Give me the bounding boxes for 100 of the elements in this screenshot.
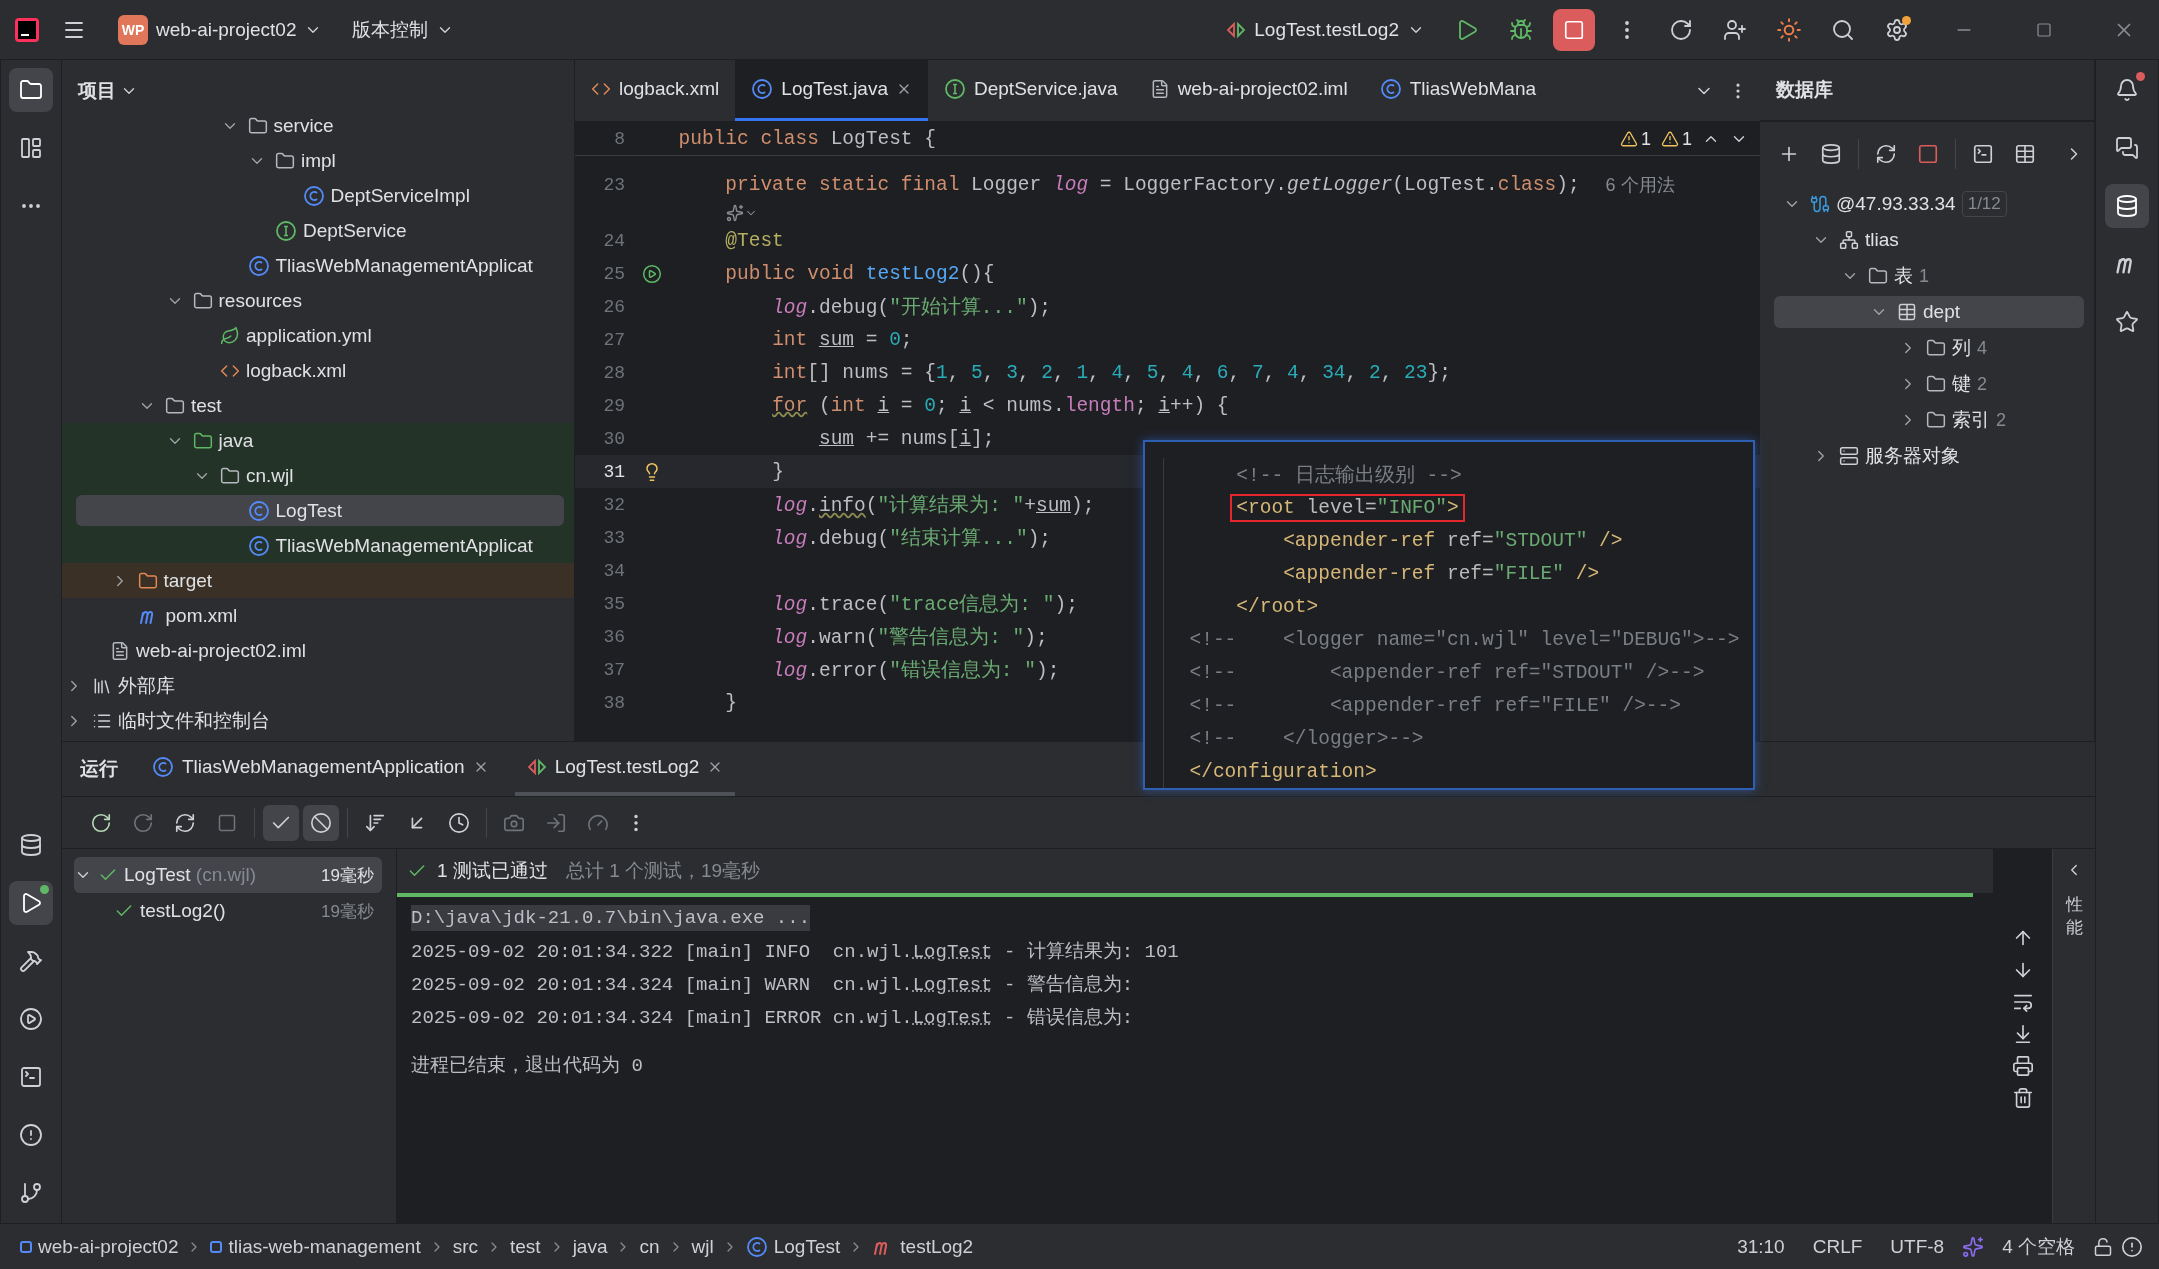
stop-button[interactable] (1553, 8, 1595, 51)
breadcrumb[interactable]: web-ai-project02 (20, 1235, 179, 1258)
database-icon[interactable] (1820, 143, 1842, 165)
tree-item[interactable]: 外部库 (118, 672, 175, 699)
git-branch-icon[interactable] (19, 1181, 43, 1205)
trash-icon[interactable] (2011, 1087, 2034, 1109)
tree-item[interactable]: 临时文件和控制台 (118, 707, 270, 734)
tree-item[interactable]: LogTest (275, 499, 343, 522)
breadcrumb[interactable]: test (510, 1235, 541, 1258)
hammer-icon[interactable] (19, 949, 43, 973)
disconnect-icon[interactable] (1917, 143, 1939, 165)
cursor-position[interactable]: 31:10 (1727, 1235, 1795, 1258)
tool-window-button[interactable] (2105, 184, 2149, 228)
tree-item[interactable]: impl (301, 149, 336, 172)
tree-item[interactable]: pom.xml (165, 604, 238, 627)
console-icon[interactable] (1972, 143, 1994, 165)
line-separator[interactable]: CRLF (1802, 1235, 1873, 1258)
breadcrumb[interactable]: java (572, 1235, 608, 1258)
tree-item[interactable]: DeptService (303, 219, 407, 242)
tree-item[interactable]: target (163, 569, 213, 592)
sparkle-icon[interactable] (725, 203, 744, 222)
rerun-icon[interactable] (90, 811, 112, 834)
vcs-menu[interactable]: 版本控制 (342, 9, 465, 50)
problems-icon[interactable] (19, 1123, 43, 1147)
breadcrumb[interactable]: src (452, 1235, 478, 1258)
alert-icon[interactable] (2121, 1235, 2143, 1258)
file-encoding[interactable]: UTF-8 (1880, 1235, 1955, 1258)
run-tab[interactable]: TliasWebManagementApplication (140, 742, 501, 796)
breadcrumb[interactable]: cn (639, 1235, 660, 1258)
structure-icon[interactable] (19, 136, 43, 160)
refresh-icon[interactable] (174, 811, 196, 834)
test-tree-row[interactable]: testLog2() 19毫秒 (74, 893, 382, 929)
tree-item[interactable]: 表 (1894, 263, 1913, 289)
breadcrumb[interactable]: wjl (691, 1235, 714, 1258)
class-link[interactable]: LogTest (912, 940, 993, 963)
bell-icon[interactable] (2115, 78, 2139, 102)
search-icon[interactable] (1831, 17, 1855, 42)
warning-count[interactable]: 1 (1661, 128, 1692, 150)
tool-window-button[interactable] (9, 881, 53, 925)
class-link[interactable]: LogTest (912, 1006, 993, 1029)
tree-item[interactable]: tlias (1865, 229, 1899, 251)
breadcrumb[interactable]: LogTest (745, 1235, 841, 1258)
tree-item[interactable]: service (273, 114, 334, 137)
tree-item[interactable]: dept (1923, 301, 1960, 323)
chat-icon[interactable] (2115, 136, 2139, 160)
sunburst-icon[interactable] (1776, 16, 1802, 43)
refresh-icon[interactable] (1875, 143, 1897, 165)
editor-tab[interactable]: logback.xml (575, 60, 736, 121)
stop-icon[interactable] (217, 812, 237, 833)
tree-item[interactable]: 键 (1952, 371, 1971, 397)
tree-item[interactable]: resources (218, 289, 302, 312)
indent-setting[interactable]: 4 个空格 (1992, 1233, 2085, 1260)
show-ignored-toggle[interactable] (303, 804, 339, 841)
tree-item[interactable]: @47.93.33.34 (1836, 193, 1956, 215)
tree-item[interactable]: 索引 (1952, 407, 1990, 433)
table-icon[interactable] (2014, 143, 2036, 165)
test-tree-row[interactable]: LogTest (cn.wjl) 19毫秒 (74, 857, 382, 893)
show-passed-toggle[interactable] (263, 804, 299, 841)
editor-tab[interactable]: DeptService.java (928, 60, 1134, 121)
import-icon[interactable] (545, 811, 567, 834)
maximize-icon[interactable] (2036, 21, 2052, 38)
tree-item[interactable]: TliasWebManagementApplicat (275, 254, 533, 277)
tree-item[interactable]: DeptServiceImpl (330, 184, 470, 207)
breadcrumb[interactable]: testLog2 (872, 1235, 974, 1258)
tree-item[interactable]: cn.wjl (246, 464, 294, 487)
add-user-icon[interactable] (1723, 17, 1747, 42)
panel-title[interactable]: 项目 (78, 78, 116, 104)
editor-tab[interactable]: TliasWebMana (1363, 60, 1553, 121)
project-selector[interactable]: WP web-ai-project02 (108, 9, 333, 50)
bug-icon[interactable] (1509, 17, 1533, 42)
tool-window-button[interactable] (9, 68, 53, 112)
ban-icon[interactable] (310, 811, 332, 834)
breadcrumb[interactable]: tlias-web-management (210, 1235, 421, 1258)
tree-item[interactable]: 服务器对象 (1865, 443, 1960, 469)
services-icon[interactable] (19, 1007, 43, 1031)
settings-icon[interactable] (1885, 17, 1909, 42)
run-test-icon[interactable] (642, 263, 662, 284)
terminal-icon[interactable] (19, 1065, 43, 1089)
usage-hint[interactable]: 6 个用法 (1605, 172, 1675, 197)
class-link[interactable]: LogTest (912, 973, 993, 996)
app-logo[interactable] (14, 16, 40, 43)
side-panel-label[interactable]: 性能 (2065, 893, 2083, 939)
tree-item[interactable]: test (191, 394, 222, 417)
sparkle-icon[interactable] (1962, 1235, 1985, 1258)
editor-tab[interactable]: LogTest.java (735, 60, 928, 121)
print-icon[interactable] (2011, 1055, 2034, 1077)
database-icon[interactable] (19, 833, 43, 857)
stop-icon[interactable] (1563, 18, 1585, 41)
editor-tab[interactable]: web-ai-project02.iml (1133, 60, 1364, 121)
lock-open-icon[interactable] (2093, 1236, 2113, 1257)
run-tab[interactable]: LogTest.testLog2 (514, 742, 736, 796)
star-icon[interactable] (2115, 310, 2139, 334)
tree-item[interactable]: web-ai-project02.iml (136, 639, 306, 662)
folder-icon[interactable] (19, 78, 43, 102)
clock-icon[interactable] (448, 811, 470, 834)
tree-item[interactable]: java (218, 429, 254, 452)
tree-item[interactable]: 列 (1952, 335, 1971, 361)
run-configuration-selector[interactable]: LogTest.testLog2 (1216, 9, 1435, 50)
tree-item[interactable]: application.yml (246, 324, 372, 347)
database-icon[interactable] (2115, 194, 2139, 218)
